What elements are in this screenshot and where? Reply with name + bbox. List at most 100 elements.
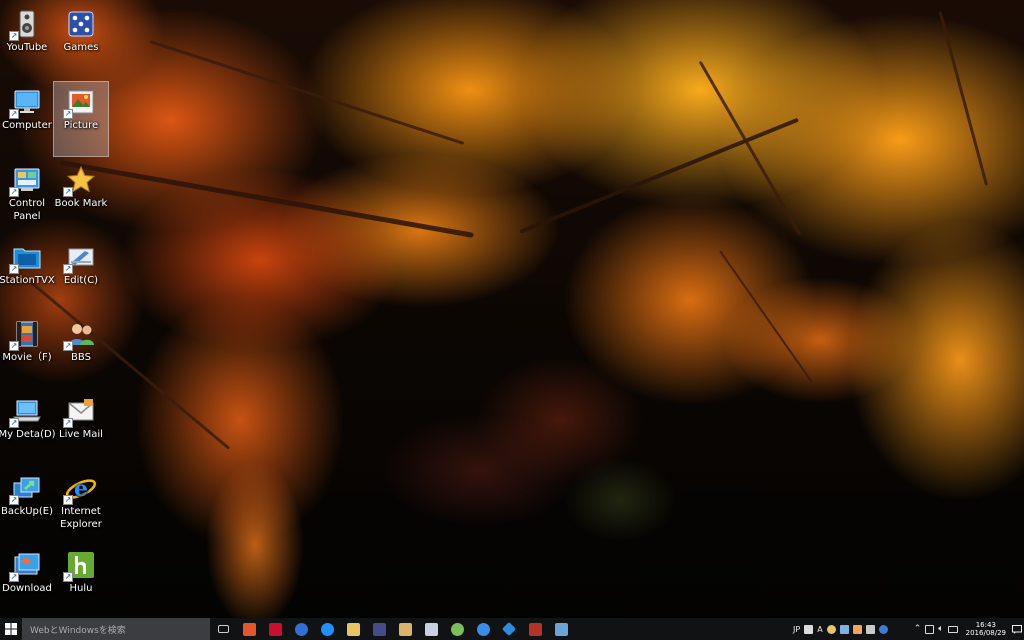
desktop-icon-hulu[interactable]: ↗ Hulu — [54, 545, 108, 619]
red-square-icon — [528, 622, 542, 636]
action-center-button[interactable] — [1010, 618, 1024, 640]
settings-app-button[interactable] — [444, 618, 470, 640]
paint-button[interactable] — [418, 618, 444, 640]
file-explorer-button[interactable] — [340, 618, 366, 640]
svg-text:e: e — [74, 476, 88, 502]
wallpaper-branch — [59, 160, 475, 238]
action-center-icon — [1012, 624, 1022, 634]
ime-settings-icon[interactable] — [864, 618, 877, 640]
globe-icon — [294, 622, 308, 636]
shortcut-arrow-icon: ↗ — [63, 418, 73, 428]
keyboard-icon[interactable] — [946, 618, 960, 640]
shortcut-arrow-icon: ↗ — [9, 418, 19, 428]
desktop-icon-games[interactable]: Games — [54, 4, 108, 78]
taskbar: WebとWindowsを検索 JP A ⌃ 🔈︎ 16:43 2016/08/2… — [0, 618, 1024, 640]
wallpaper-branch — [719, 250, 813, 383]
ime-pad-icon[interactable] — [825, 618, 838, 640]
desktop-icon-bbs[interactable]: ↗ BBS — [54, 314, 108, 388]
people-icon: ↗ — [63, 318, 97, 351]
desktop-icon-label: BackUp(E) — [0, 506, 54, 517]
task-view-button[interactable] — [210, 618, 236, 640]
browser-globe-button[interactable] — [288, 618, 314, 640]
ime-input-mode[interactable]: A — [815, 618, 824, 640]
safari-button[interactable] — [470, 618, 496, 640]
taskbar-clock[interactable]: 16:43 2016/08/29 — [960, 621, 1010, 637]
ime-dictionary-icon[interactable] — [838, 618, 851, 640]
power-icon — [242, 622, 256, 636]
windows-logo-icon — [5, 623, 17, 635]
ime-tools-icon[interactable] — [851, 618, 864, 640]
desktop-icon-computer[interactable]: ↗ Computer — [0, 82, 54, 156]
sync-icon — [450, 622, 464, 636]
wallpaper-branch — [938, 11, 989, 186]
shortcut-arrow-icon: ↗ — [9, 495, 19, 505]
desktop-icon-label: Book Mark — [54, 198, 108, 209]
control-panel-icon: ↗ — [9, 164, 43, 197]
photo-icon — [398, 622, 412, 636]
mail-icon: ↗ — [63, 395, 97, 428]
ime-language-indicator[interactable]: JP — [791, 618, 802, 640]
desktop-icon-internet-explorer[interactable]: e ↗ Internet Explorer — [54, 468, 108, 542]
desktop-icon-download[interactable]: ↗ Download — [0, 545, 54, 619]
diamond-icon — [501, 621, 517, 637]
desktop-icon-live-mail[interactable]: ↗ Live Mail — [54, 391, 108, 465]
search-placeholder: WebとWindowsを検索 — [30, 625, 126, 636]
desktop-icon-label: StationTVX — [0, 275, 55, 286]
app-diamond-button[interactable] — [496, 618, 522, 640]
edit-drive-icon: ↗ — [63, 241, 97, 274]
image-icon — [554, 622, 568, 636]
shortcut-arrow-icon: ↗ — [63, 264, 73, 274]
ime-toolbar-icon[interactable] — [802, 618, 815, 640]
dice-icon — [65, 8, 97, 40]
shortcut-arrow-icon: ↗ — [63, 341, 73, 351]
desktop-icon-stationtvx[interactable]: ↗ StationTVX — [0, 237, 55, 311]
app-red-button[interactable] — [522, 618, 548, 640]
folder-icon — [346, 622, 360, 636]
app-image-button[interactable] — [548, 618, 574, 640]
desktop-icon-movie[interactable]: ↗ Movie（F) — [0, 314, 54, 388]
desktop-icon-backup[interactable]: ↗ BackUp(E) — [0, 468, 54, 542]
desktop-icon-youtube[interactable]: ↗ YouTube — [0, 4, 54, 78]
desktop-icon-label: BBS — [71, 352, 91, 363]
desktop-icon-label: Download — [2, 583, 52, 594]
start-button[interactable] — [0, 618, 22, 640]
desktop-icon-control-panel[interactable]: ↗ Control Panel — [0, 160, 54, 234]
compass-icon — [476, 622, 490, 636]
help-icon[interactable] — [877, 618, 890, 640]
taskbar-pinned-apps — [210, 618, 574, 640]
desktop-icon-label: Picture — [63, 120, 99, 131]
power-app-button[interactable] — [236, 618, 262, 640]
desktop-icon-label: Games — [63, 42, 99, 53]
desktop-icon-my-deta[interactable]: ↗ My Deta(D) — [0, 391, 56, 465]
network-icon[interactable] — [923, 618, 936, 640]
speaker-icon: ↗ — [9, 8, 43, 41]
system-tray: JP A ⌃ 🔈︎ 16:43 2016/08/29 — [791, 618, 1024, 640]
monitor-icon: ↗ — [9, 86, 43, 119]
picture-icon: ↗ — [63, 86, 97, 119]
desktop-icon-label: Hulu — [69, 583, 93, 594]
shortcut-arrow-icon: ↗ — [9, 31, 19, 41]
photos-button[interactable] — [392, 618, 418, 640]
shortcut-arrow-icon: ↗ — [9, 264, 19, 274]
m-shield-icon — [268, 622, 282, 636]
wallpaper-branch — [698, 60, 802, 236]
desktop-icon-picture[interactable]: ↗ Picture — [53, 81, 109, 157]
shortcut-arrow-icon: ↗ — [9, 109, 19, 119]
film-icon: ↗ — [9, 318, 43, 351]
star-icon: ↗ — [63, 164, 97, 197]
hulu-icon: ↗ — [63, 549, 97, 582]
desktop-wallpaper — [0, 0, 1024, 618]
volume-icon[interactable]: 🔈︎ — [936, 618, 945, 640]
desktop-icon-label: YouTube — [6, 42, 48, 53]
ie-icon: e ↗ — [63, 472, 97, 505]
desktop-icon-edit[interactable]: ↗ Edit(C) — [54, 237, 108, 311]
media-player-button[interactable] — [366, 618, 392, 640]
desktop-icon-book-mark[interactable]: ↗ Book Mark — [54, 160, 108, 234]
edge-button[interactable] — [314, 618, 340, 640]
mcafee-button[interactable] — [262, 618, 288, 640]
show-hidden-icons-chevron-icon[interactable]: ⌃ — [912, 618, 924, 640]
taskbar-search-box[interactable]: WebとWindowsを検索 — [22, 618, 210, 640]
desktop-icon-label: Control Panel — [8, 198, 46, 222]
shortcut-arrow-icon: ↗ — [63, 495, 73, 505]
backup-icon: ↗ — [9, 472, 43, 505]
